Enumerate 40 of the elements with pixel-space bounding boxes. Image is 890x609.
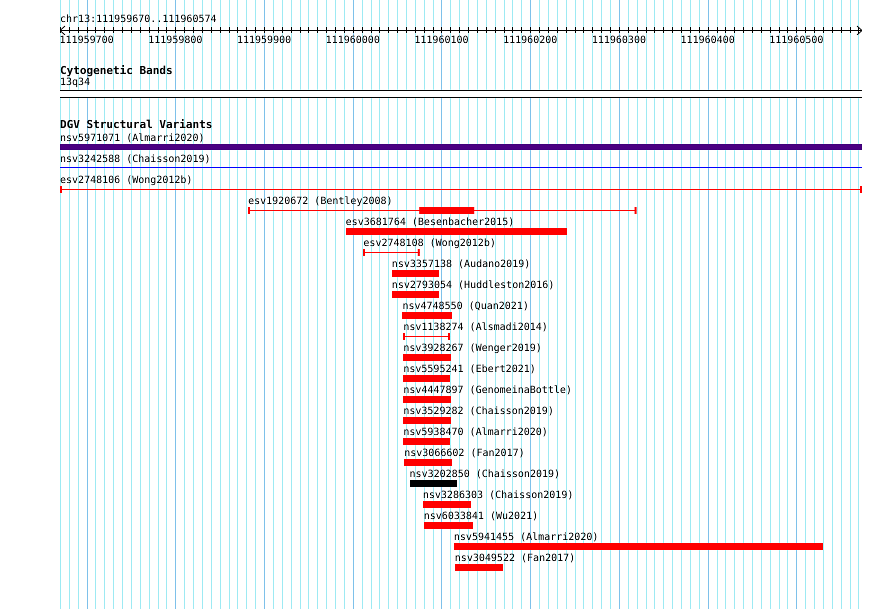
tick-label: 111960000	[326, 35, 380, 46]
feature-label: nsv3242588 (Chaisson2019)	[60, 154, 211, 165]
feature-bar[interactable]	[410, 480, 458, 487]
feature-label: esv1920672 (Bentley2008)	[248, 196, 393, 207]
feature-label: nsv3202850 (Chaisson2019)	[410, 469, 560, 480]
feature-label: nsv3049522 (Fan2017)	[454, 553, 576, 564]
feature-span[interactable]	[248, 207, 637, 214]
feature-span[interactable]	[403, 333, 450, 340]
feature-label: nsv4748550 (Quan2021)	[402, 301, 529, 312]
feature-label: nsv3357138 (Audano2019)	[392, 259, 530, 270]
tick-label: 111960300	[592, 35, 646, 46]
tick-label: 111959700	[60, 35, 114, 46]
tick-label: 111960500	[769, 35, 824, 46]
tick-label: 111960400	[680, 35, 735, 46]
feature-label: nsv1138274 (Alsmadi2014)	[403, 322, 548, 333]
feature-label: nsv3529282 (Chaisson2019)	[403, 406, 554, 417]
feature-label: esv2748108 (Wong2012b)	[363, 238, 496, 249]
feature-line[interactable]	[60, 167, 862, 168]
feature-label: nsv6033841 (Wu2021)	[424, 511, 538, 522]
feature-label: nsv5941455 (Almarri2020)	[454, 532, 598, 543]
tick-label: 111959800	[148, 35, 202, 46]
feature-label: nsv3066602 (Fan2017)	[404, 448, 525, 459]
track-title: Cytogenetic Bands	[60, 65, 173, 77]
feature-label: nsv5595241 (Ebert2021)	[403, 364, 536, 375]
feature-label: esv2748106 (Wong2012b)	[60, 175, 192, 186]
band-label: 13q34	[60, 77, 90, 88]
feature-label: nsv5938470 (Almarri2020)	[403, 427, 548, 438]
feature-label: nsv5971071 (Almarri2020)	[60, 133, 204, 144]
track-title: DGV Structural Variants	[60, 119, 212, 131]
feature-label: nsv3286303 (Chaisson2019)	[422, 490, 574, 501]
tick-label: 111960200	[503, 35, 558, 46]
feature-label: nsv2793054 (Huddleston2016)	[392, 280, 554, 291]
location-label: chr13:111959670..111960574	[60, 14, 217, 25]
feature-label: nsv3928267 (Wenger2019)	[403, 343, 542, 354]
feature-span[interactable]	[363, 249, 420, 256]
tick-label: 111959900	[236, 35, 292, 46]
tick-label: 111960100	[414, 35, 469, 46]
feature-label: esv3681764 (Besenbacher2015)	[346, 217, 514, 228]
feature-label: nsv4447897 (GenomeinaBottle)	[403, 385, 572, 396]
feature-span[interactable]	[60, 186, 862, 193]
